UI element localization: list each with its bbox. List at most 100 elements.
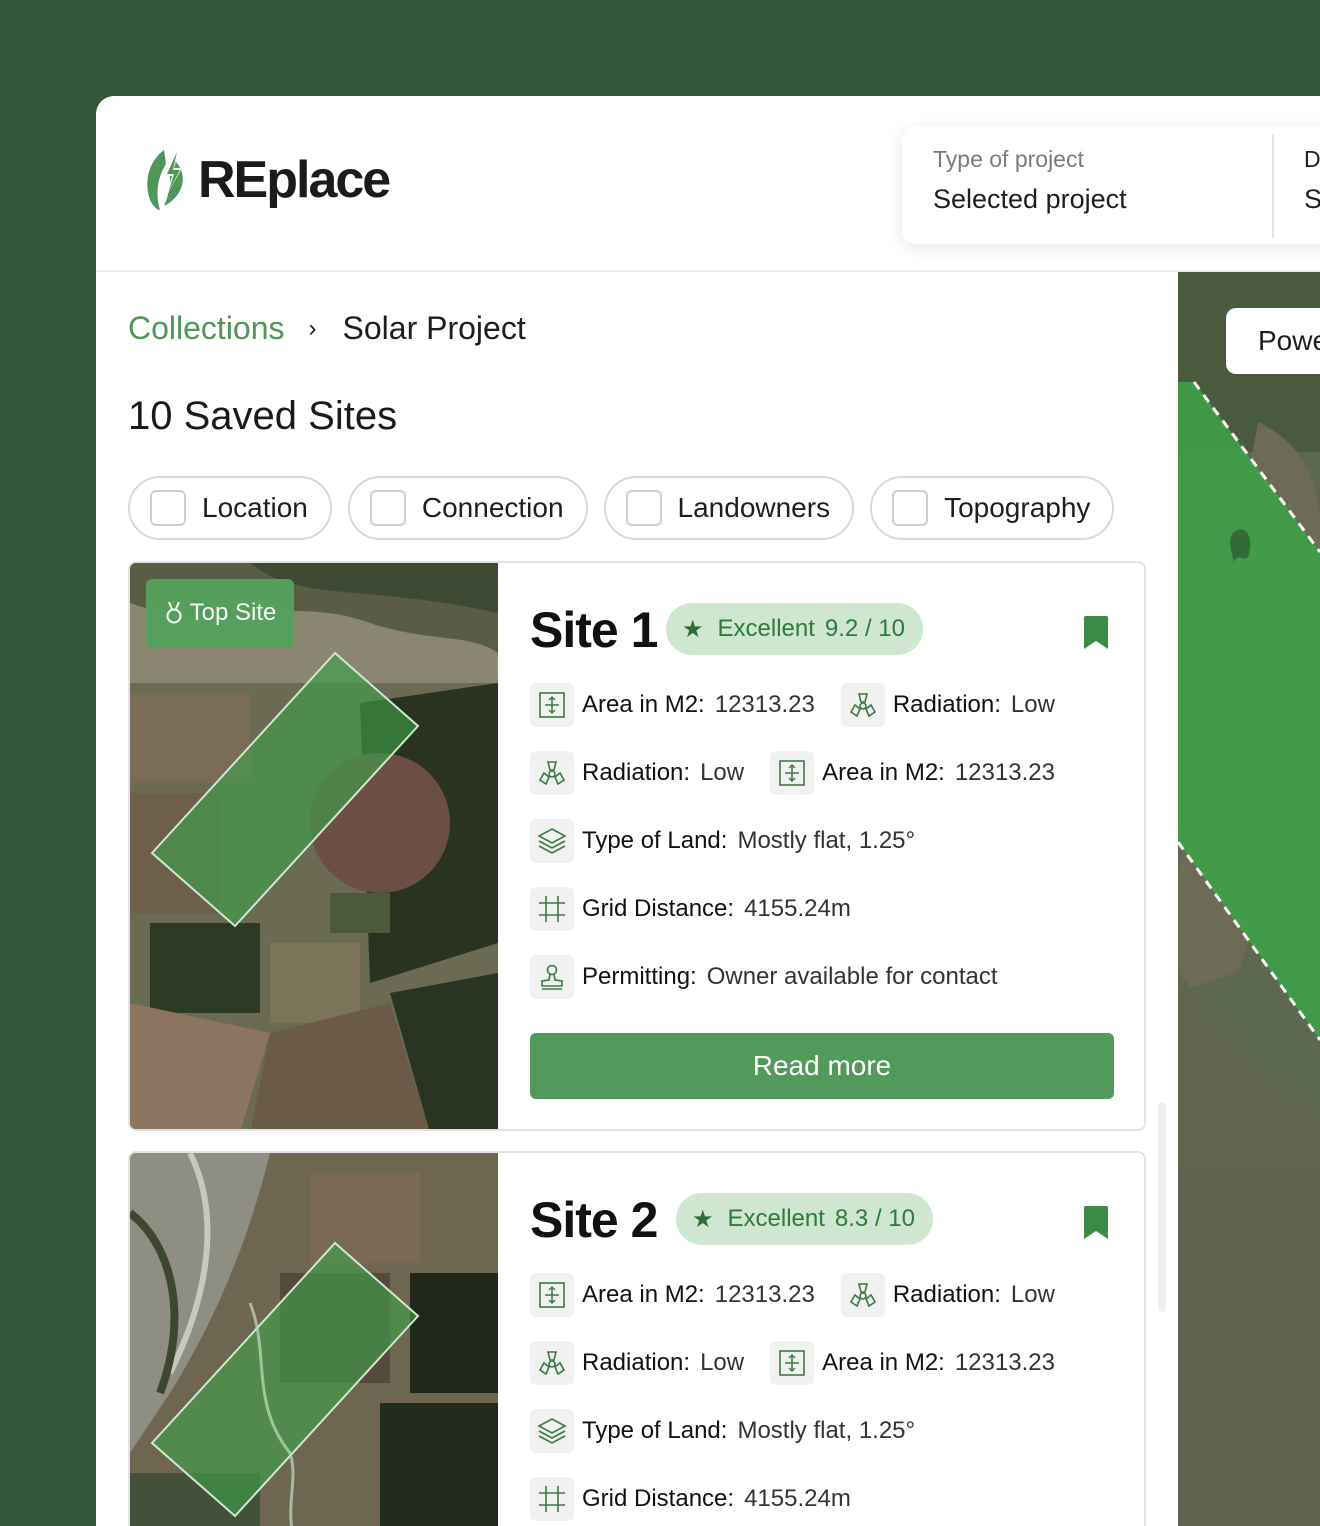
second-selector-value[interactable]: S: [1304, 184, 1320, 215]
radiation-icon: [840, 1273, 885, 1317]
grid-distance-value: 4155.24m: [744, 1485, 851, 1512]
area-label: Area in M2:: [582, 691, 705, 718]
grid-distance-label: Grid Distance:: [582, 895, 735, 922]
brand-name: REplace: [198, 151, 391, 209]
attribute-row: Type of Land: Mostly flat, 1.25°: [530, 1409, 915, 1453]
breadcrumb-collections-link[interactable]: Collections: [128, 310, 285, 347]
area-icon: [530, 683, 574, 727]
read-more-button[interactable]: Read more: [530, 1033, 1114, 1099]
site-satellite-image[interactable]: [130, 1153, 498, 1526]
score-value: 9.2 / 10: [824, 615, 905, 642]
star-icon: ★: [692, 1205, 714, 1233]
attribute-row: Radiation: Low Area in M2: 12313.23: [530, 1341, 1055, 1385]
filter-chip-topography[interactable]: Topography: [870, 476, 1115, 540]
checkbox[interactable]: [150, 490, 186, 526]
chevron-right-icon: ›: [308, 314, 317, 342]
brand-logo[interactable]: REplace: [142, 146, 391, 214]
page-title: 10 Saved Sites: [128, 394, 398, 438]
radiation-value: Low: [1010, 691, 1055, 718]
map-layer-chip[interactable]: Powe: [1226, 308, 1320, 374]
radiation-label: Radiation:: [582, 759, 691, 786]
radiation-value: Low: [700, 759, 745, 786]
score-label: Excellent: [717, 615, 815, 642]
permitting-value: Owner available for contact: [706, 963, 998, 990]
leaf-bolt-icon: [147, 148, 183, 210]
filter-label: Location: [202, 492, 308, 523]
app-window: REplace Type of project Selected project…: [96, 96, 1320, 1526]
selector-divider: [1272, 134, 1274, 238]
grid-distance-label: Grid Distance:: [582, 1485, 735, 1512]
filter-label: Topography: [944, 492, 1091, 523]
land-type-value: Mostly flat, 1.25°: [737, 827, 916, 854]
area-icon: [770, 751, 815, 795]
medal-icon: [166, 601, 182, 624]
permitting-label: Permitting:: [582, 963, 697, 990]
grid-icon: [530, 1477, 574, 1521]
map-panel[interactable]: Powe: [1178, 272, 1320, 1526]
filter-chip-connection[interactable]: Connection: [347, 476, 588, 540]
stamp-icon: [530, 955, 574, 999]
area-icon: [530, 1273, 574, 1317]
attribute-row: Radiation: Low Area in M2: 12313.23: [530, 751, 1055, 795]
radiation-label: Radiation:: [892, 1281, 1001, 1308]
top-site-badge: Top Site: [146, 579, 294, 647]
site-title: Site 2: [530, 1192, 658, 1248]
area-value: 12313.23: [714, 691, 815, 718]
checkbox[interactable]: [369, 490, 406, 526]
area-label: Area in M2:: [822, 1349, 945, 1376]
radiation-icon: [530, 1341, 574, 1385]
grid-icon: [530, 887, 574, 931]
bookmark-icon[interactable]: [1082, 615, 1110, 651]
filter-chips: Location Connection Landowners Topograph…: [128, 476, 1115, 540]
attribute-row: Grid Distance: 4155.24m: [530, 887, 851, 931]
grid-distance-value: 4155.24m: [744, 895, 851, 922]
land-type-label: Type of Land:: [582, 1417, 728, 1444]
top-site-label: Top Site: [189, 599, 277, 626]
site-card[interactable]: Site 2 ★ Excellent 8.3 / 10 Area in M2: …: [128, 1151, 1146, 1526]
satellite-image-1: [130, 563, 498, 1129]
star-icon: ★: [682, 615, 704, 643]
radiation-value: Low: [1010, 1281, 1055, 1308]
area-value: 12313.23: [954, 759, 1055, 786]
score-badge: ★ Excellent 9.2 / 10: [666, 603, 923, 655]
radiation-label: Radiation:: [892, 691, 1001, 718]
filter-chip-landowners[interactable]: Landowners: [603, 476, 855, 540]
breadcrumb: Collections › Solar Project: [128, 310, 526, 347]
radiation-label: Radiation:: [582, 1349, 691, 1376]
area-icon: [770, 1341, 815, 1385]
filter-label: Connection: [421, 492, 564, 523]
land-type-label: Type of Land:: [582, 827, 728, 854]
site-title: Site 1: [530, 602, 658, 658]
attribute-row: Type of Land: Mostly flat, 1.25°: [530, 819, 915, 863]
bookmark-icon[interactable]: [1082, 1205, 1110, 1241]
attribute-row: Permitting: Owner available for contact: [530, 955, 998, 999]
radiation-value: Low: [700, 1349, 745, 1376]
radiation-icon: [840, 683, 885, 727]
score-value: 8.3 / 10: [834, 1205, 915, 1232]
attribute-row: Area in M2: 12313.23 Radiation: Low: [530, 683, 1055, 727]
layers-icon: [530, 1409, 574, 1453]
land-type-value: Mostly flat, 1.25°: [737, 1417, 916, 1444]
breadcrumb-current: Solar Project: [342, 310, 526, 346]
layers-icon: [530, 819, 574, 863]
radiation-icon: [530, 751, 574, 795]
score-badge: ★ Excellent 8.3 / 10: [676, 1193, 933, 1245]
area-value: 12313.23: [714, 1281, 815, 1308]
header: REplace Type of project Selected project…: [96, 96, 1320, 272]
checkbox[interactable]: [892, 490, 929, 526]
checkbox[interactable]: [625, 490, 662, 526]
site-card[interactable]: Top Site Site 1 ★ Excellent 9.2 / 10 Are…: [128, 561, 1146, 1131]
filter-label: Landowners: [677, 492, 831, 523]
area-label: Area in M2:: [582, 1281, 705, 1308]
site-satellite-image[interactable]: Top Site: [130, 563, 498, 1129]
satellite-image-2: [130, 1153, 498, 1526]
project-selector[interactable]: Type of project Selected project D S: [902, 126, 1320, 244]
attribute-row: Area in M2: 12313.23 Radiation: Low: [530, 1273, 1055, 1317]
project-type-label: Type of project: [933, 146, 1084, 172]
filter-chip-location[interactable]: Location: [128, 476, 332, 540]
scrollbar-thumb[interactable]: [1158, 1102, 1166, 1312]
area-value: 12313.23: [954, 1349, 1055, 1376]
score-label: Excellent: [727, 1205, 825, 1232]
project-type-value[interactable]: Selected project: [933, 184, 1127, 215]
attribute-row: Grid Distance: 4155.24m: [530, 1477, 851, 1521]
